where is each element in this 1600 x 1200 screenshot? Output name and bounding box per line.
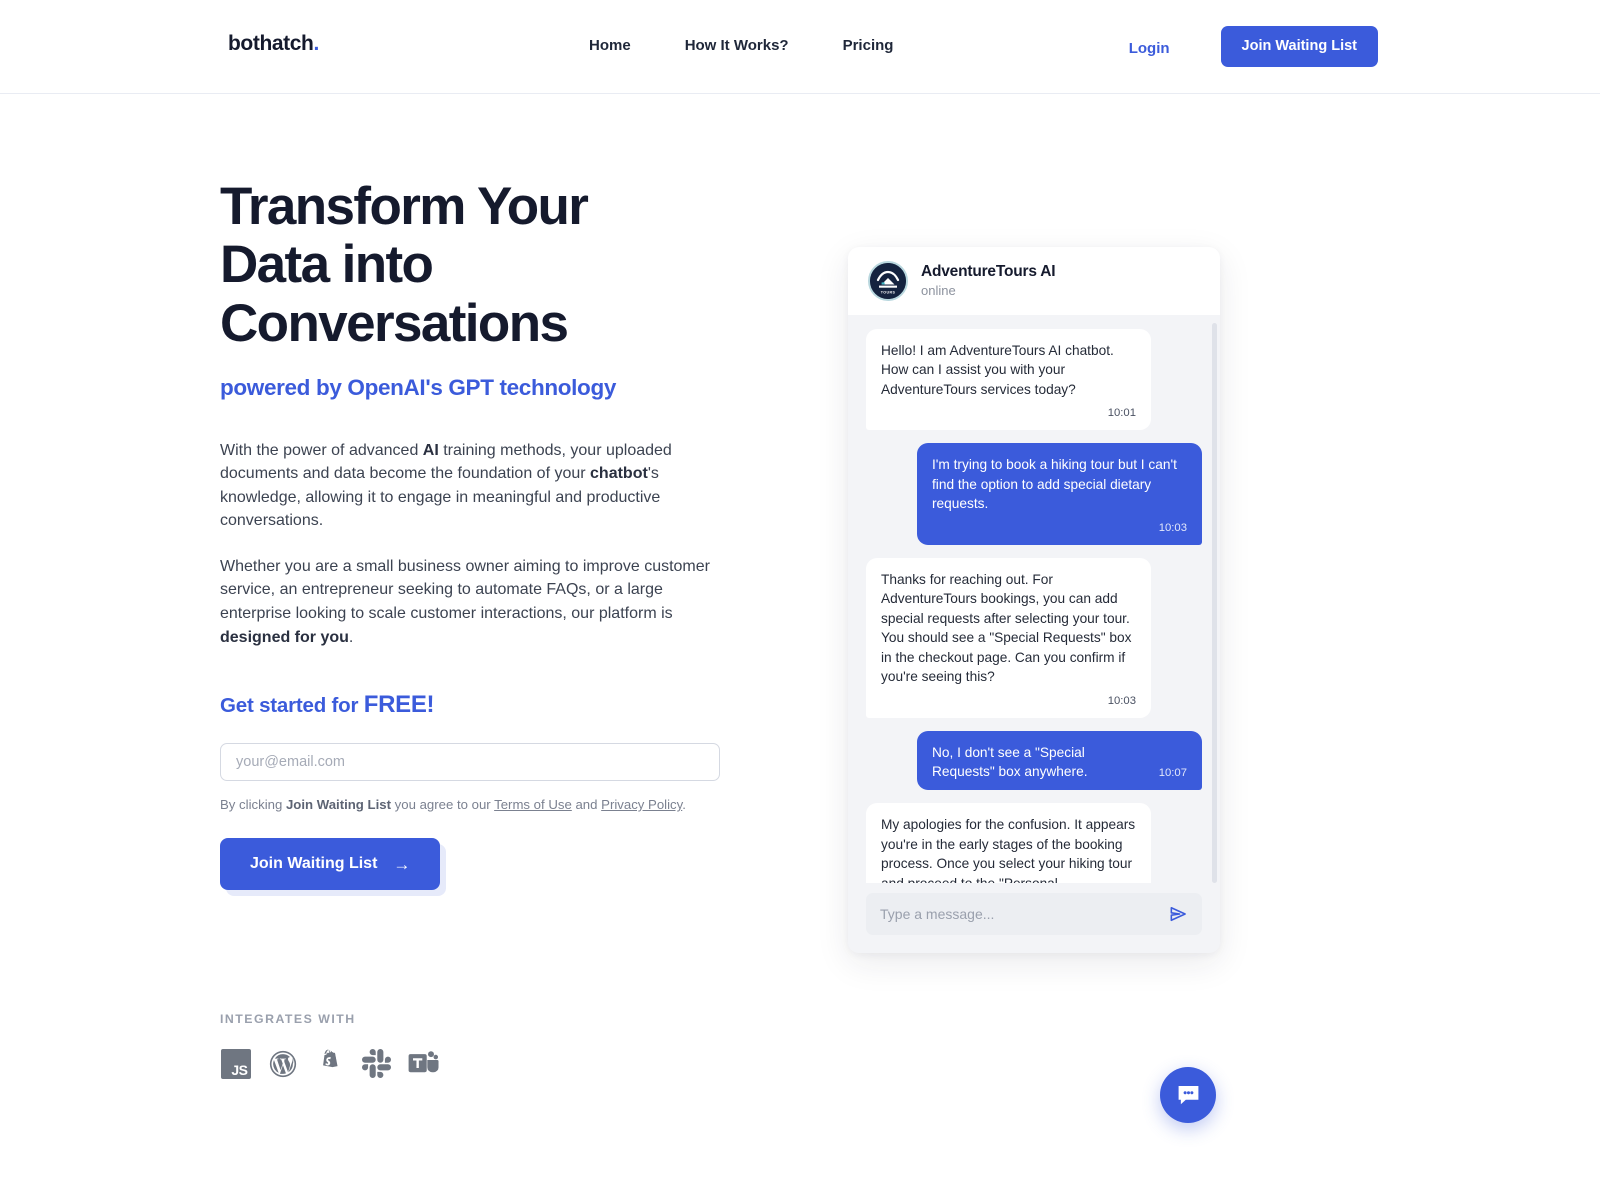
page-title: Transform Your Data into Conversations [220,177,589,353]
nav-item-pricing[interactable]: Pricing [843,38,894,53]
chat-bot-name: AdventureTours AI [921,263,1056,281]
chat-bubble-bot: My apologies for the confusion. It appea… [866,803,1151,883]
arrow-right-icon: → [393,854,411,874]
chat-bubble-user: I'm trying to book a hiking tour but I c… [917,443,1202,545]
logo-dot: . [313,32,319,55]
p1-part1: With the power of advanced [220,441,423,459]
integrations-section: INTEGRATES WITH JS [220,1012,700,1079]
svg-text:TOURS: TOURS [881,291,896,295]
chat-bubble-icon[interactable] [1160,1067,1216,1123]
javascript-icon: JS [220,1048,251,1079]
chat-message-row: My apologies for the confusion. It appea… [866,803,1202,883]
hero-paragraph-1: With the power of advanced AI training m… [220,439,710,533]
chat-message-row: No, I don't see a "Special Requests" box… [866,730,1202,791]
chat-header: TOURS AdventureTours AI online [848,247,1220,315]
chat-message-row: Hello! I am AdventureTours AI chatbot. H… [866,329,1202,431]
terms-part4: . [682,797,686,813]
terms-part1: By clicking [220,797,286,813]
p1-bold-ai: AI [422,441,439,459]
terms-bold: Join Waiting List [285,797,391,813]
join-waiting-list-button-hero[interactable]: Join Waiting List → [220,838,441,891]
slack-icon [361,1048,392,1079]
join-button-label: Join Waiting List [250,855,378,873]
terms-of-use-link[interactable]: Terms of Use [494,797,572,812]
integrations-label: INTEGRATES WITH [220,1012,356,1026]
terms-part2: you agree to our [390,797,495,813]
chat-input-wrapper [866,893,1202,935]
chat-message-time: 10:01 [1107,407,1136,420]
chat-widget: TOURS AdventureTours AI online Hello! I … [848,247,1220,953]
cta-heading: Get started for FREE! [220,691,740,719]
page-body: Transform Your Data into Conversations p… [0,94,1600,1200]
chat-scrollbar[interactable] [1212,323,1217,883]
chat-input[interactable] [880,906,1168,922]
header-actions: Login Join Waiting List [1129,26,1378,67]
hero-paragraph-2: Whether you are a small business owner a… [220,555,710,649]
chat-message-time: 10:03 [1107,694,1136,707]
chat-message-text: Hello! I am AdventureTours AI chatbot. H… [881,343,1114,397]
nav-item-how-it-works[interactable]: How It Works? [685,38,789,53]
privacy-policy-link[interactable]: Privacy Policy [601,797,682,812]
chat-bubble-bot: Hello! I am AdventureTours AI chatbot. H… [866,329,1151,431]
nav-item-home[interactable]: Home [589,38,631,53]
p2-part2: . [348,628,354,646]
chat-message-row: I'm trying to book a hiking tour but I c… [866,443,1202,545]
chat-message-text: Thanks for reaching out. For AdventureTo… [881,571,1132,685]
login-link[interactable]: Login [1129,37,1170,56]
hero-section: Transform Your Data into Conversations p… [220,177,740,891]
p2-bold-designed: designed for you [220,628,349,646]
chat-message-time: 10:03 [1158,521,1187,534]
hero-subheadline: powered by OpenAI's GPT technology [220,374,617,400]
chat-bubble-bot: Thanks for reaching out. For AdventureTo… [866,557,1151,718]
chat-header-text: AdventureTours AI online [921,262,1056,299]
avatar: TOURS [868,261,908,301]
microsoft-teams-icon [408,1048,439,1079]
shopify-icon [314,1048,345,1079]
chat-bubble-user: No, I don't see a "Special Requests" box… [917,730,1202,791]
send-icon[interactable] [1168,904,1188,924]
terms-part3: and [571,797,602,813]
p2-part1: Whether you are a small business owner a… [220,557,710,622]
chat-message-text: My apologies for the confusion. It appea… [881,817,1136,883]
p1-bold-chatbot: chatbot [590,465,648,483]
terms-text: By clicking Join Waiting List you agree … [220,797,740,812]
logo-text: bothatch [228,32,314,55]
main-nav: Home How It Works? Pricing [589,38,893,53]
chat-message-time: 10:07 [1158,767,1187,780]
chat-footer [848,883,1220,953]
cta-heading-text: Get started for [220,694,364,718]
site-header: bothatch. Home How It Works? Pricing Log… [0,0,1600,94]
email-input[interactable] [220,743,720,782]
cta-heading-free: FREE! [363,691,435,719]
chat-message-text: I'm trying to book a hiking tour but I c… [932,457,1177,512]
chat-status: online [921,282,956,298]
join-waiting-list-button-header[interactable]: Join Waiting List [1220,26,1378,67]
javascript-icon-label: JS [220,1048,251,1079]
integrations-icon-row: JS [220,1048,700,1079]
chat-message-list[interactable]: Hello! I am AdventureTours AI chatbot. H… [848,315,1220,883]
wordpress-icon [267,1048,298,1079]
chat-message-row: Thanks for reaching out. For AdventureTo… [866,557,1202,718]
logo[interactable]: bothatch. [228,33,319,54]
chat-message-text: No, I don't see a "Special Requests" box… [932,744,1088,779]
